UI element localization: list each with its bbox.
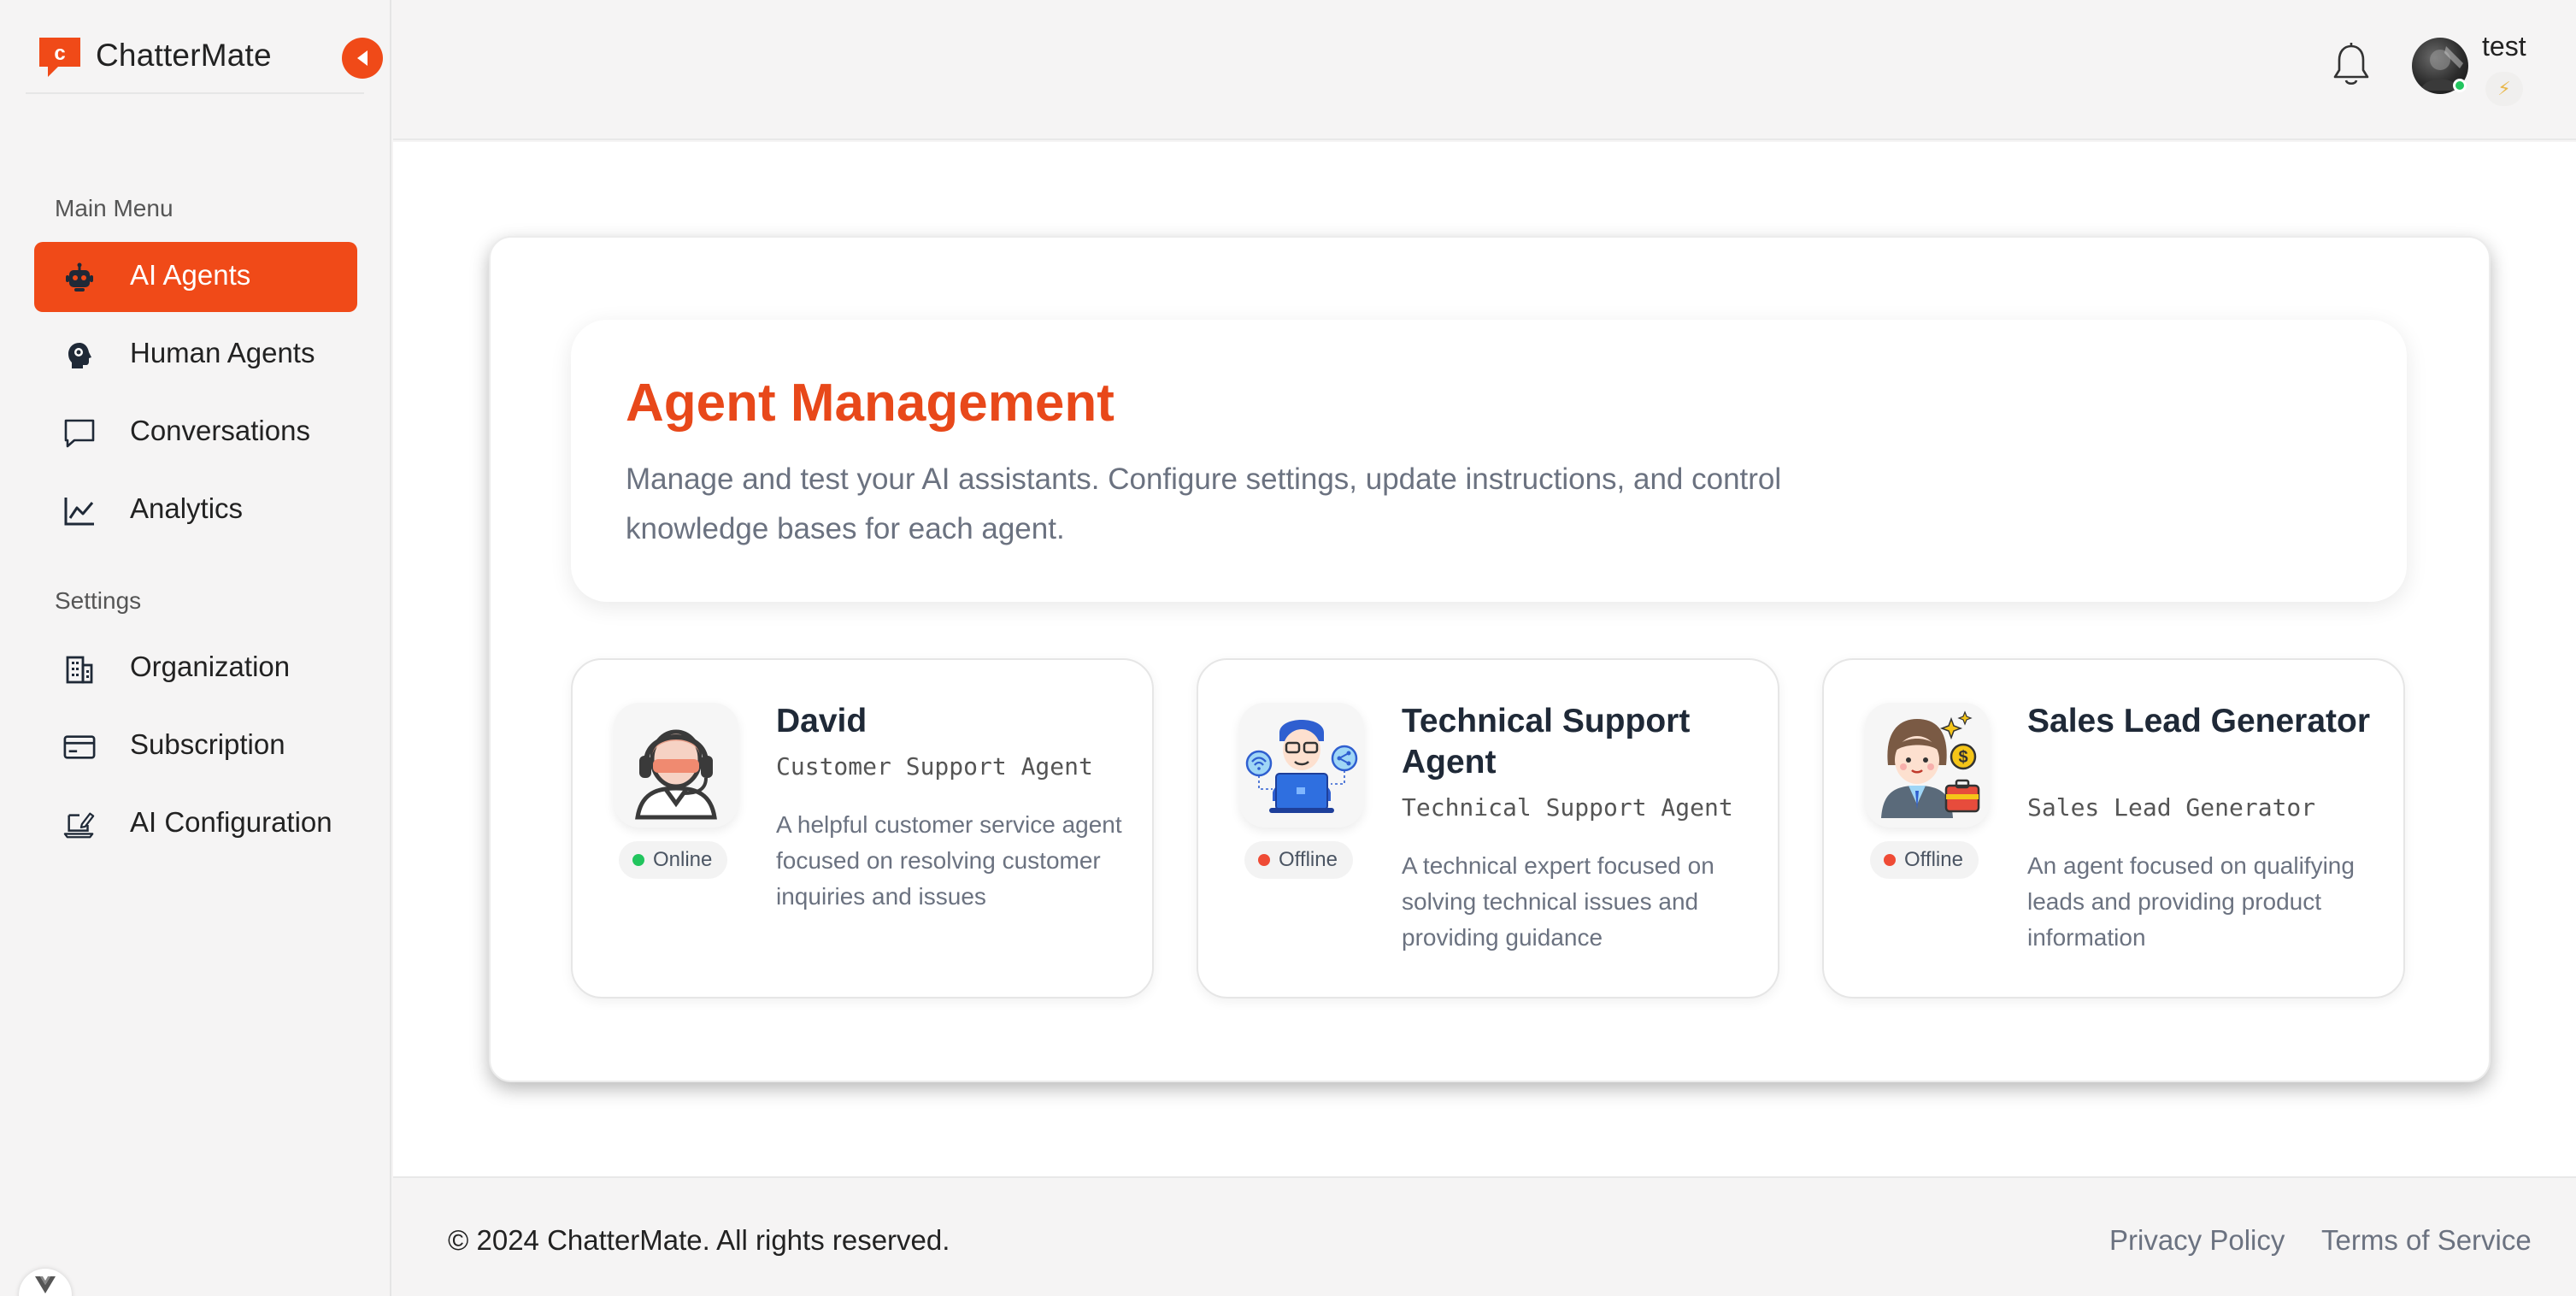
- sidebar-item-label: AI Configuration: [130, 806, 332, 838]
- settings-label: Settings: [55, 587, 142, 614]
- sidebar-item-organization[interactable]: Organization: [34, 633, 357, 704]
- sidebar-item-label: Subscription: [130, 728, 285, 760]
- brand-name: ChatterMate: [96, 38, 272, 73]
- agent-name: David: [776, 703, 867, 739]
- status-text: Offline: [1279, 848, 1338, 871]
- agent-description: A technical expert focused on solving te…: [1402, 852, 1714, 951]
- human-head-icon: [63, 339, 96, 372]
- svg-text:c: c: [54, 42, 65, 65]
- chattermate-logo-icon: c: [39, 38, 80, 77]
- sidebar-item-label: Human Agents: [130, 337, 315, 368]
- building-icon: [63, 653, 96, 686]
- agent-role: Sales Lead Generator: [2027, 793, 2316, 822]
- username: test: [2482, 31, 2526, 62]
- chat-bubble-icon: [63, 417, 96, 450]
- agent-card-david[interactable]: Online David Customer Support Agent A he…: [571, 658, 1154, 999]
- agent-avatar: $: [1865, 703, 1990, 828]
- page-description: Manage and test your AI assistants. Conf…: [626, 462, 1782, 545]
- agent-role: Technical Support Agent: [1402, 793, 1733, 822]
- credit-card-icon: [63, 731, 96, 763]
- notification-bell-icon[interactable]: [2332, 41, 2371, 89]
- svg-text:$: $: [1958, 748, 1967, 767]
- status-dot: [1884, 854, 1896, 866]
- sidebar-item-label: Organization: [130, 651, 291, 682]
- sidebar-item-ai-agents[interactable]: AI Agents: [34, 242, 357, 312]
- copyright-text: © 2024 ChatterMate. All rights reserved.: [448, 1224, 950, 1256]
- devtools-toggle-button[interactable]: [19, 1269, 72, 1296]
- sidebar-item-human-agents[interactable]: Human Agents: [34, 320, 357, 390]
- agent-role: Customer Support Agent: [776, 752, 1093, 781]
- sidebar: c ChatterMate Main Menu AI Agents Human …: [0, 0, 391, 1296]
- terms-of-service-link[interactable]: Terms of Service: [2321, 1224, 2532, 1257]
- status-text: Offline: [1904, 848, 1963, 871]
- agent-avatar: [614, 703, 738, 828]
- sidebar-item-analytics[interactable]: Analytics: [34, 475, 357, 545]
- tech-support-agent-icon: [1245, 720, 1358, 813]
- online-status-dot: [2453, 79, 2467, 92]
- sidebar-item-ai-configuration[interactable]: AI Configuration: [34, 789, 357, 859]
- agent-description: A helpful customer service agent focused…: [776, 811, 1122, 910]
- status-badge: Online: [619, 841, 728, 879]
- vue-logo-icon: [35, 1276, 56, 1293]
- sidebar-item-label: Analytics: [130, 492, 244, 524]
- plan-badge: ⚡: [2485, 72, 2523, 106]
- collapse-sidebar-button[interactable]: [342, 38, 383, 79]
- agent-name: Sales Lead Generator: [2027, 703, 2371, 739]
- agent-card-technical-support[interactable]: Offline Technical Support Agent Technica…: [1197, 658, 1779, 999]
- laptop-edit-icon: [63, 809, 96, 841]
- privacy-policy-link[interactable]: Privacy Policy: [2109, 1224, 2285, 1257]
- caret-left-icon: [357, 50, 368, 66]
- agent-avatar: [1239, 703, 1364, 828]
- sidebar-item-label: AI Agents: [130, 259, 251, 291]
- agent-card-sales-lead-generator[interactable]: $ Offline Sales Lead Generator Sales Lea…: [1822, 658, 2405, 999]
- top-header: [393, 0, 2576, 140]
- agent-description: An agent focused on qualifying leads and…: [2027, 852, 2355, 951]
- status-dot: [1258, 854, 1270, 866]
- status-badge: Offline: [1244, 841, 1353, 879]
- main-menu-label: Main Menu: [55, 195, 173, 221]
- brand-header: c ChatterMate: [26, 0, 364, 94]
- sidebar-item-conversations[interactable]: Conversations: [34, 398, 357, 468]
- sidebar-item-subscription[interactable]: Subscription: [34, 711, 357, 781]
- sidebar-item-label: Conversations: [130, 415, 310, 446]
- sales-agent-icon: $: [1881, 710, 1980, 818]
- page-title: Agent Management: [626, 374, 1115, 433]
- support-agent-headset-icon: [635, 729, 717, 820]
- line-chart-icon: [63, 495, 96, 527]
- status-dot: [632, 854, 644, 866]
- status-text: Online: [653, 848, 713, 871]
- status-badge: Offline: [1870, 841, 1979, 879]
- agent-name: Technical Support Agent: [1402, 703, 1691, 781]
- robot-icon: [63, 262, 96, 294]
